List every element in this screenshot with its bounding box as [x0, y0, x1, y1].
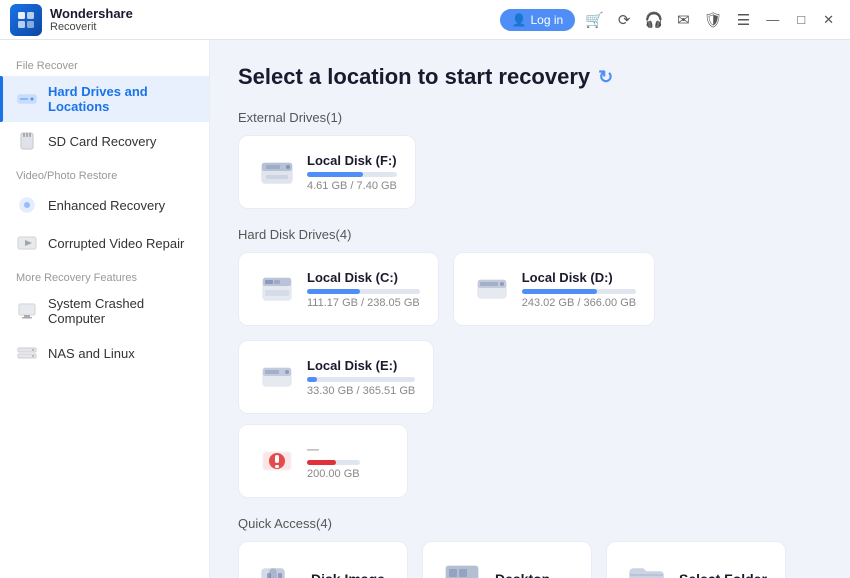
disk-size-error: 200.00 GB	[307, 468, 360, 480]
disk-name-e: Local Disk (E:)	[307, 358, 415, 373]
login-button[interactable]: 👤 Log in	[500, 9, 576, 31]
disk-size: 4.61 GB / 7.40 GB	[307, 180, 397, 192]
app-sub: Recoverit	[50, 21, 133, 33]
sidebar-item-system-crashed[interactable]: System Crashed Computer	[0, 288, 209, 334]
disk-card-d[interactable]: Local Disk (D:) 243.02 GB / 366.00 GB	[453, 252, 655, 326]
headset-icon[interactable]: 🎧	[640, 9, 667, 31]
disk-name: Local Disk (F:)	[307, 153, 397, 168]
drive-icon-d	[472, 269, 512, 309]
hard-disk-label: Hard Disk Drives(4)	[238, 227, 822, 242]
card-top: Local Disk (F:) 4.61 GB / 7.40 GB	[257, 152, 397, 192]
sd-card-icon	[16, 130, 38, 152]
sidebar-item-sd-card[interactable]: SD Card Recovery	[0, 122, 209, 160]
sidebar-item-corrupted-video[interactable]: Corrupted Video Repair	[0, 224, 209, 262]
minimize-button[interactable]: —	[760, 10, 785, 29]
app-name: Wondershare	[50, 6, 133, 22]
app-logo	[10, 4, 42, 36]
nas-icon	[16, 342, 38, 364]
qa-card-select-folder[interactable]: Select Folder	[606, 541, 786, 578]
list-icon[interactable]: ☰	[733, 9, 754, 31]
restore-icon[interactable]: ⟳	[614, 9, 635, 31]
external-drives-label: External Drives(1)	[238, 110, 822, 125]
disk-size-e: 33.30 GB / 365.51 GB	[307, 385, 415, 397]
cart-icon[interactable]: 🛒	[581, 9, 608, 31]
sidebar-item-nas[interactable]: NAS and Linux	[0, 334, 209, 372]
qa-card-desktop[interactable]: Desktop	[422, 541, 592, 578]
disk-size-d: 243.02 GB / 366.00 GB	[522, 297, 636, 309]
disk-card-c[interactable]: Local Disk (C:) 111.17 GB / 238.05 GB	[238, 252, 439, 326]
qa-card-disk-image[interactable]: Disk Image	[238, 541, 408, 578]
nas-label: NAS and Linux	[48, 346, 135, 361]
sd-card-label: SD Card Recovery	[48, 134, 156, 149]
disk-card-f[interactable]: Local Disk (F:) 4.61 GB / 7.40 GB	[238, 135, 416, 209]
sidebar: File Recover Hard Drives and Locations	[0, 40, 210, 578]
external-drives-row: Local Disk (F:) 4.61 GB / 7.40 GB	[238, 135, 822, 209]
disk-name-d: Local Disk (D:)	[522, 270, 636, 285]
desktop-icon	[441, 558, 483, 578]
hard-drives-label: Hard Drives and Locations	[48, 84, 193, 114]
disk-name-error: —	[307, 442, 360, 456]
disk-image-icon	[257, 558, 299, 578]
sidebar-item-enhanced-recovery[interactable]: Enhanced Recovery	[0, 186, 209, 224]
progress-fill	[307, 172, 363, 177]
disk-image-label: Disk Image	[311, 571, 385, 578]
shield-icon[interactable]: 🛡	[700, 9, 727, 31]
corrupted-video-label: Corrupted Video Repair	[48, 236, 184, 251]
main-layout: File Recover Hard Drives and Locations	[0, 40, 850, 578]
page-title: Select a location to start recovery ↻	[238, 64, 822, 90]
system-crashed-icon	[16, 300, 38, 322]
sidebar-section-file-recover: File Recover	[0, 50, 209, 76]
sidebar-section-more: More Recovery Features	[0, 262, 209, 288]
quick-access-label: Quick Access(4)	[238, 516, 822, 531]
drive-icon-c	[257, 269, 297, 309]
disk-name-c: Local Disk (C:)	[307, 270, 420, 285]
folder-icon	[625, 558, 667, 578]
progress-bg	[307, 172, 397, 177]
sidebar-section-video-photo: Video/Photo Restore	[0, 160, 209, 186]
system-crashed-label: System Crashed Computer	[48, 296, 193, 326]
drive-icon	[257, 152, 297, 192]
titlebar-right: 👤 Log in 🛒 ⟳ 🎧 ✉ 🛡 ☰ — □ ✕	[500, 9, 840, 31]
corrupted-video-icon	[16, 232, 38, 254]
user-icon: 👤	[512, 13, 527, 27]
sidebar-item-hard-drives[interactable]: Hard Drives and Locations	[0, 76, 209, 122]
hard-disk-row: Local Disk (C:) 111.17 GB / 238.05 GB	[238, 252, 822, 414]
titlebar-left: Wondershare Recoverit	[10, 4, 133, 36]
disk-card-error[interactable]: — 200.00 GB	[238, 424, 408, 498]
drive-icon-error	[257, 441, 297, 481]
hard-drives-icon	[16, 88, 38, 110]
refresh-icon[interactable]: ↻	[598, 67, 613, 88]
content-area: Select a location to start recovery ↻ Ex…	[210, 40, 850, 578]
titlebar: Wondershare Recoverit 👤 Log in 🛒 ⟳ 🎧 ✉ 🛡…	[0, 0, 850, 40]
enhanced-recovery-icon	[16, 194, 38, 216]
error-disk-row: — 200.00 GB	[238, 424, 822, 498]
disk-size-c: 111.17 GB / 238.05 GB	[307, 297, 420, 309]
select-folder-label: Select Folder	[679, 571, 767, 578]
close-button[interactable]: ✕	[817, 10, 840, 30]
card-info: Local Disk (F:) 4.61 GB / 7.40 GB	[307, 153, 397, 192]
desktop-label: Desktop	[495, 571, 550, 578]
mail-icon[interactable]: ✉	[673, 9, 694, 31]
drive-icon-e	[257, 357, 297, 397]
disk-card-e[interactable]: Local Disk (E:) 33.30 GB / 365.51 GB	[238, 340, 434, 414]
enhanced-recovery-label: Enhanced Recovery	[48, 198, 165, 213]
app-name-block: Wondershare Recoverit	[50, 6, 133, 34]
quick-access-row: Disk Image Desktop	[238, 541, 822, 578]
maximize-button[interactable]: □	[791, 10, 811, 29]
